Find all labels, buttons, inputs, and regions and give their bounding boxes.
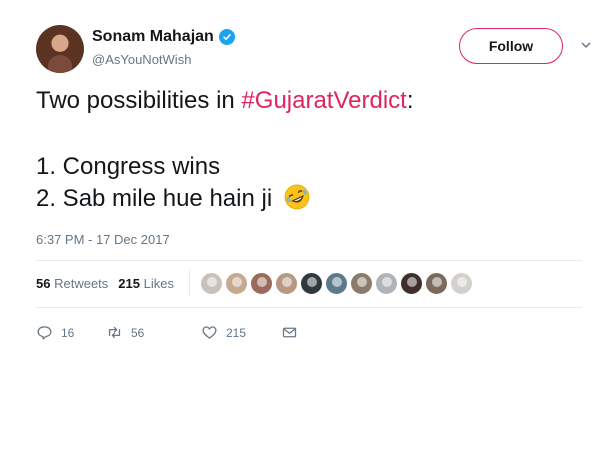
tweet-actions: 16 56 215 [36, 324, 298, 341]
tweet-intro: Two possibilities in [36, 87, 242, 114]
heart-icon [202, 326, 217, 339]
divider [36, 260, 582, 261]
tweet-line-1: 1. Congress wins [36, 153, 221, 180]
reply-icon [37, 326, 52, 340]
stats-separator [189, 270, 190, 296]
user-name-row[interactable]: Sonam Mahajan [92, 28, 235, 46]
like-count: 215 [226, 325, 247, 340]
liker-avatars [200, 272, 473, 295]
like-button[interactable]: 215 [201, 324, 281, 341]
liker-avatar[interactable] [350, 272, 373, 295]
reply-count: 16 [61, 325, 75, 340]
liker-avatar[interactable] [300, 272, 323, 295]
verified-badge-icon [218, 29, 235, 45]
hashtag-link[interactable]: #GujaratVerdict [241, 87, 406, 114]
liker-avatar[interactable] [450, 272, 473, 295]
likes-count: 215 [118, 276, 140, 291]
liker-avatar[interactable] [225, 272, 248, 295]
retweets-stat[interactable]: 56 Retweets [36, 276, 108, 291]
direct-message-button[interactable] [281, 324, 298, 341]
liker-avatar[interactable] [275, 272, 298, 295]
retweet-button[interactable]: 56 [106, 324, 201, 341]
liker-avatar[interactable] [200, 272, 223, 295]
avatar[interactable] [36, 25, 84, 73]
likes-stat[interactable]: 215 Likes [118, 276, 174, 291]
tweet-timestamp[interactable]: 6:37 PM - 17 Dec 2017 [36, 232, 170, 247]
display-name[interactable]: Sonam Mahajan [92, 28, 214, 46]
liker-avatar[interactable] [425, 272, 448, 295]
chevron-down-icon[interactable] [579, 38, 593, 52]
follow-button[interactable]: Follow [459, 28, 563, 64]
divider [36, 307, 582, 308]
liker-avatar[interactable] [375, 272, 398, 295]
tweet-stats: 56 Retweets 215 Likes [36, 276, 174, 291]
user-handle[interactable]: @AsYouNotWish [92, 52, 191, 67]
likes-label: Likes [143, 276, 174, 291]
tweet-intro-end: : [406, 87, 414, 114]
retweets-label: Retweets [54, 276, 109, 291]
liker-avatar[interactable] [250, 272, 273, 295]
retweet-count: 56 [131, 325, 145, 340]
envelope-icon [282, 327, 297, 338]
retweets-count: 56 [36, 276, 51, 291]
liker-avatar[interactable] [325, 272, 348, 295]
reply-button[interactable]: 16 [36, 324, 106, 341]
retweet-icon [108, 326, 121, 339]
tweet-line-2: 2. Sab mile hue hain ji [36, 185, 273, 212]
liker-avatar[interactable] [400, 272, 423, 295]
tweet-text: Two possibilities in #GujaratVerdict: [36, 86, 414, 116]
tweet-card: Sonam Mahajan @AsYouNotWish Follow Two p… [0, 0, 600, 450]
tweet-line-2-row: 2. Sab mile hue hain ji [36, 183, 311, 213]
rolling-on-floor-laughing-emoji-icon [284, 184, 310, 210]
